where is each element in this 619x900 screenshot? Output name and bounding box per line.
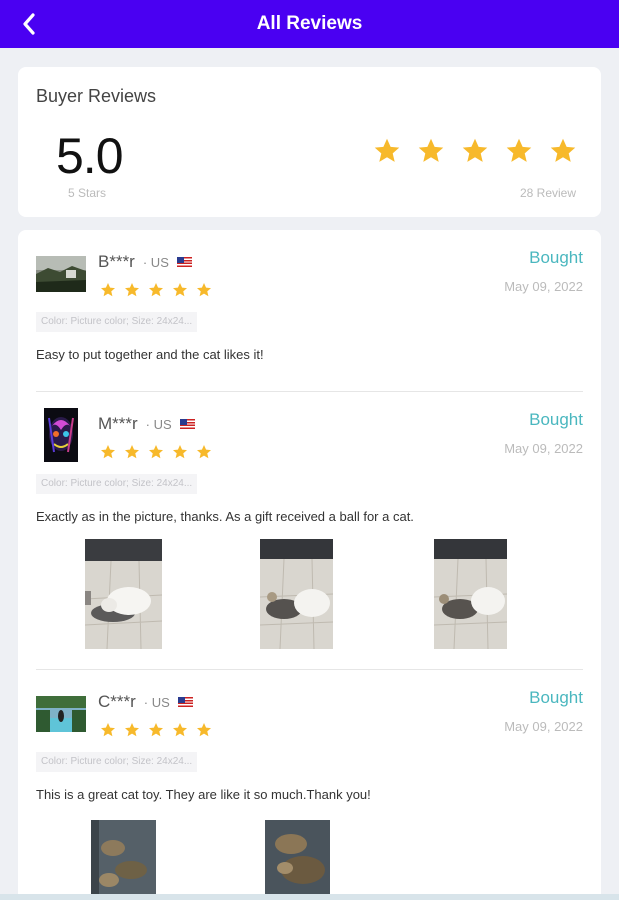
page-title: All Reviews [256,13,363,34]
bought-badge: Bought [529,248,583,267]
variant-tag: Color: Picture color; Size: 24x24... [36,474,198,494]
star-icon [173,445,187,459]
review-star-rating [100,444,212,460]
review-star-rating [100,282,212,298]
review-photos [36,817,583,900]
bottom-edge [0,894,619,900]
review-photo[interactable] [91,820,156,900]
review-photo[interactable] [85,539,162,649]
star-icon [173,283,187,297]
star-icon [101,283,115,297]
review-text: Easy to put together and the cat likes i… [36,347,264,362]
top-app-bar: All Reviews [0,0,619,48]
reviewer-country: · US [142,254,169,270]
us-flag-icon [176,257,192,267]
reviewer-name: M***r [98,414,138,433]
star-icon [418,138,444,162]
bought-badge: Bought [529,688,583,707]
reviewer-info: B***r · US [98,252,192,272]
score-label: 5 Stars [68,186,107,200]
star-icon [197,283,211,297]
star-icon [462,138,488,162]
review-photo[interactable] [434,539,507,649]
reviewer-country: · US [143,694,170,710]
reviewer-info: M***r · US [98,414,195,434]
review-photo[interactable] [265,820,330,900]
star-icon [550,138,576,162]
star-icon [125,723,139,737]
review-count: 28 Review [519,186,576,200]
review-star-rating [100,722,212,738]
avatar [44,408,78,462]
variant-tag: Color: Picture color; Size: 24x24... [36,312,198,332]
bought-badge: Bought [529,410,583,429]
star-icon [101,723,115,737]
reviews-list: B***r · US Bought May 09, 2022 Color: Pi… [18,230,601,900]
review-text: This is a great cat toy. They are like i… [36,787,371,802]
review-text: Exactly as in the picture, thanks. As a … [36,509,414,524]
us-flag-icon [177,697,193,707]
reviewer-info: C***r · US [98,692,193,712]
avatar [36,256,86,292]
star-icon [125,283,139,297]
divider [36,669,583,670]
reviewer-name: C***r [98,692,136,711]
review-date: May 09, 2022 [504,441,583,456]
back-button[interactable] [14,9,44,39]
chevron-left-icon [23,13,35,35]
avatar [36,696,86,732]
summary-star-rating [373,137,577,165]
review-photos [36,539,583,649]
review-item: M***r · US Bought May 09, 2022 Color: Pi… [36,408,583,674]
review-summary-card: Buyer Reviews 5.0 5 Stars 28 Review [18,67,601,217]
star-icon [173,723,187,737]
star-icon [197,723,211,737]
us-flag-icon [179,419,195,429]
average-score: 5.0 [56,128,124,184]
star-icon [125,445,139,459]
review-photo[interactable] [260,539,333,649]
star-icon [149,723,163,737]
divider [36,391,583,392]
star-icon [506,138,532,162]
star-icon [101,445,115,459]
star-icon [197,445,211,459]
summary-heading: Buyer Reviews [36,86,157,106]
star-icon [374,138,400,162]
star-icon [149,445,163,459]
reviewer-country: · US [145,416,172,432]
reviewer-name: B***r [98,252,135,271]
star-icon [149,283,163,297]
review-date: May 09, 2022 [504,279,583,294]
review-item: B***r · US Bought May 09, 2022 Color: Pi… [36,248,583,392]
variant-tag: Color: Picture color; Size: 24x24... [36,752,198,772]
review-date: May 09, 2022 [504,719,583,734]
review-item: C***r · US Bought May 09, 2022 Color: Pi… [36,688,583,900]
